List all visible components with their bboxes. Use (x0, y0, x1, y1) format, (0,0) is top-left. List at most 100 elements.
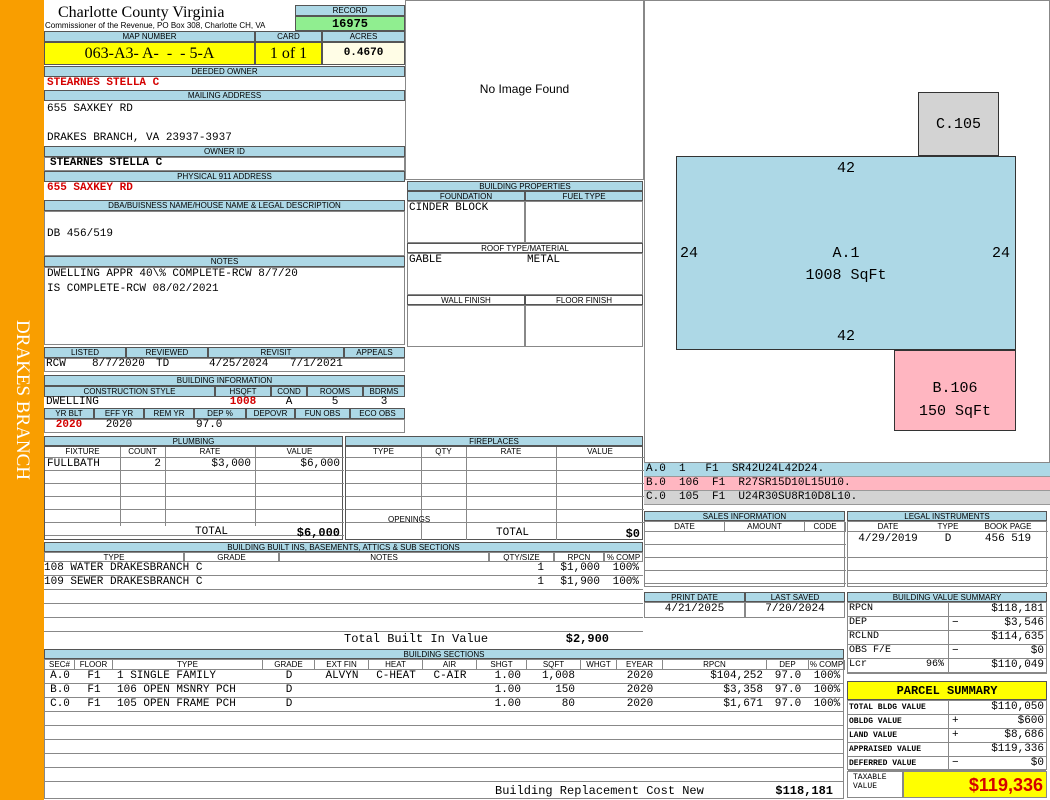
value-summary-divider (948, 603, 949, 617)
legal-table: DATE TYPE BOOK PAGE 4/29/2019 D 456 519 (847, 521, 1048, 587)
sections-cell: 106 OPEN MSNRY PCH (117, 684, 236, 696)
parcel-value: $110,050 (991, 701, 1044, 713)
sections-cell: A.0 (50, 670, 70, 682)
value-summary-divider (948, 631, 949, 645)
fueltype-header: FUEL TYPE (525, 191, 643, 201)
legal-col-header: BOOK PAGE (968, 522, 1048, 532)
reviewed-by: TD (156, 358, 170, 370)
ecoobs-header: ECO OBS (350, 408, 405, 419)
county-subtitle: Commissioner of the Revenue, PO Box 308,… (45, 21, 266, 30)
value-summary-key: Lcr (849, 659, 868, 670)
sections-cell: D (285, 684, 293, 696)
hsqft-value: 1008 (229, 396, 257, 408)
sketch-c-label: C.105 (935, 116, 981, 133)
taxable-label: TAXABLE VALUE (853, 773, 887, 791)
sketch-a-top-dim: 42 (836, 160, 855, 177)
plumbing-cell: 2 (154, 458, 161, 470)
value-summary-value: $114,635 (991, 631, 1044, 643)
sections-total-value: $118,181 (775, 784, 833, 798)
legal-bookpage: 456 519 (984, 533, 1032, 545)
dba-value: DB 456/519 (47, 228, 114, 240)
remyr-header: REM YR (144, 408, 194, 419)
sections-col-header: RPCN (663, 660, 767, 670)
county-name: Charlotte County Virginia (58, 4, 225, 21)
notes-line1: DWELLING APPR 40\% COMPLETE-RCW 8/7/20 (47, 268, 298, 280)
bdrms-value: 3 (380, 396, 388, 408)
print-date-value: 4/21/2025 (664, 603, 725, 615)
builtins-col-header: RPCN (554, 552, 604, 562)
parcel-divider (948, 757, 949, 771)
builtins-row-line (44, 604, 643, 618)
fireplaces-row-line (346, 471, 644, 484)
plumbing-col-header: RATE (165, 447, 255, 458)
sections-cell: 80 (561, 698, 575, 710)
effyr-header: EFF YR (94, 408, 144, 419)
sections-col-header: TYPE (113, 660, 263, 670)
builtins-cell: 100% (612, 576, 639, 588)
sections-cell: F1 (87, 698, 101, 710)
rooms-value: 5 (331, 396, 339, 408)
sections-col-header: SHGT (477, 660, 527, 670)
building-props-header: BUILDING PROPERTIES (407, 181, 643, 191)
funobs-header: FUN OBS (295, 408, 350, 419)
sections-col-header: % COMP (809, 660, 845, 670)
acres-value: 0.4670 (322, 42, 405, 65)
sketch-legend-row: C.0 105 F1 U24R30SU8R10D8L10. (644, 491, 1050, 505)
plumbing-row-line (45, 497, 344, 510)
sections-cell: 1.00 (494, 698, 521, 710)
construction-style-value: DWELLING (46, 396, 99, 408)
floor-finish-header: FLOOR FINISH (525, 295, 643, 305)
sketch-a-left-dim: 24 (680, 245, 699, 262)
sections-cell: $104,252 (710, 670, 763, 682)
sections-cell: 1 SINGLE FAMILY (117, 670, 217, 682)
mailing-line1: 655 SAXKEY RD (47, 103, 133, 115)
plumbing-col-header: VALUE (255, 447, 344, 458)
parcel-value: $600 (1017, 715, 1044, 727)
fireplaces-row-line (346, 497, 644, 510)
sections-cell: D (285, 670, 293, 682)
sections-cell: 97.0 (774, 698, 802, 710)
cond-value: A (285, 396, 293, 408)
dep-pct-value: 97.0 (196, 419, 223, 431)
owner-id-value: STEARNES STELLA C (50, 157, 163, 169)
builtins-col-header: QTY/SIZE (489, 552, 554, 562)
last-saved-value: 7/20/2024 (765, 603, 825, 615)
parcel-key: LAND VALUE (849, 731, 898, 740)
builtins-row-line (44, 590, 643, 604)
sections-cell: B.0 (50, 684, 70, 696)
sidebar: DRAKES BRANCH (0, 0, 44, 800)
sections-cell: ALVYN (325, 670, 359, 682)
value-summary-header: BUILDING VALUE SUMMARY (847, 592, 1047, 602)
sections-cell: 2020 (626, 698, 654, 710)
sales-col-header: AMOUNT (725, 522, 805, 532)
builtins-cell: 1 (537, 562, 544, 574)
value-summary-pct: 96% (925, 659, 944, 670)
sketch-a-label: A.1 (832, 245, 860, 262)
parcel-value: $0 (1030, 757, 1044, 769)
value-summary-key: DEP (849, 617, 868, 628)
builtins-cell: 108 WATER DRAKESBRANCH C (44, 562, 203, 574)
parcel-key: TOTAL BLDG VALUE (849, 703, 926, 712)
builtins-cell: 100% (612, 562, 639, 574)
legal-col-header: TYPE (928, 522, 968, 532)
yrblt-header: YR BLT (44, 408, 94, 419)
legal-type: D (944, 533, 952, 545)
sections-col-header: AIR (423, 660, 477, 670)
effyr-value: 2020 (105, 419, 133, 431)
deeded-owner-header: DEEDED OWNER (44, 66, 405, 77)
sections-cell: $3,358 (723, 684, 763, 696)
builtins-cell: 1 (537, 576, 544, 588)
no-image-text: No Image Found (479, 82, 570, 96)
plumbing-table: FIXTURE COUNT RATE VALUE FULLBATH 2 $3,000 $6,0… (44, 446, 344, 540)
parcel-value: $119,336 (991, 743, 1044, 755)
sections-cell: F1 (87, 684, 101, 696)
mailing-line2: DRAKES BRANCH, VA 23937-3937 (47, 132, 232, 144)
value-summary-key: RCLND (849, 631, 880, 642)
legal-row-line (848, 545, 1048, 558)
sections-cell: C-HEAT (376, 670, 416, 682)
parcel-summary-table: TOTAL BLDG VALUE $110,050 OBLDG VALUE + $600… (847, 700, 1047, 771)
sections-col-header: HEAT (369, 660, 423, 670)
fireplaces-row-line (346, 458, 644, 471)
mailing-header: MAILING ADDRESS (44, 90, 405, 101)
sections-cell: 105 OPEN FRAME PCH (117, 698, 236, 710)
